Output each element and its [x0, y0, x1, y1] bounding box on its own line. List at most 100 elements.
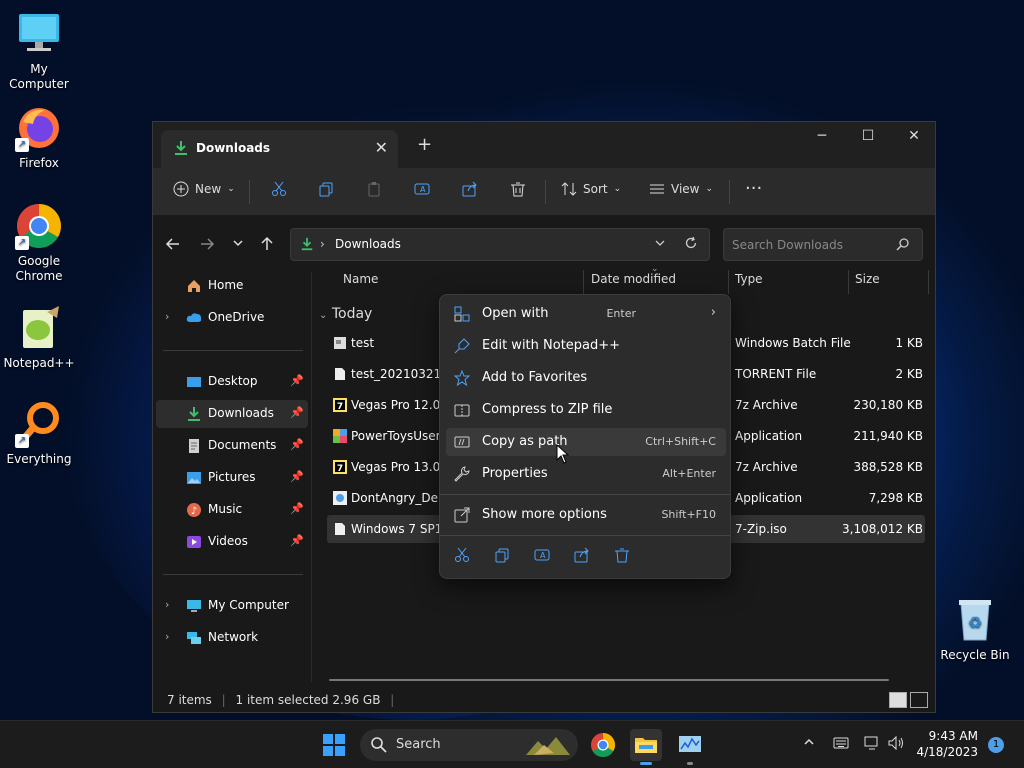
column-header-type[interactable]: Type	[735, 272, 763, 298]
copy-icon	[494, 548, 510, 566]
search-highlight-icon	[524, 733, 572, 760]
taskbar-search[interactable]: Search	[360, 729, 578, 761]
desktop-icon-notepadpp[interactable]: Notepad++	[0, 304, 78, 371]
recent-locations-button[interactable]	[231, 236, 245, 253]
forward-button[interactable]	[199, 236, 215, 255]
ellipsis-icon: ···	[745, 178, 763, 199]
taskbar-chrome[interactable]	[587, 729, 619, 761]
desktop-icon-my-computer[interactable]: My Computer	[0, 10, 78, 92]
system-clock[interactable]: 9:43 AM 4/18/2023	[912, 728, 978, 760]
menu-item-show-more-options[interactable]: Show more options Shift+F10	[446, 501, 726, 529]
file-icon	[333, 522, 347, 536]
view-button[interactable]: View ⌄	[649, 181, 713, 197]
rename-button[interactable]: A	[414, 181, 430, 197]
sidebar-item-pictures[interactable]: Pictures 📌	[156, 464, 308, 492]
sort-button[interactable]: Sort ⌄	[561, 181, 621, 197]
taskbar-file-explorer[interactable]	[630, 729, 662, 765]
sidebar-item-music[interactable]: ♪ Music 📌	[156, 496, 308, 524]
sidebar-item-desktop[interactable]: Desktop 📌	[156, 368, 308, 396]
show-hidden-icons-button[interactable]	[803, 736, 815, 751]
7z-archive-icon: 7	[333, 460, 347, 474]
notification-badge[interactable]: 1	[988, 737, 1004, 753]
copy-button[interactable]	[318, 181, 334, 197]
column-header-name[interactable]: Name	[343, 272, 378, 298]
details-view-button[interactable]	[889, 692, 907, 708]
address-dropdown-icon[interactable]	[653, 236, 667, 253]
rename-button[interactable]: A	[534, 547, 550, 566]
group-header-today[interactable]: ⌄ Today	[319, 306, 372, 322]
delete-button[interactable]	[510, 181, 526, 197]
tiles-view-button[interactable]	[910, 692, 928, 708]
minimize-button[interactable]: ─	[799, 128, 845, 144]
shortcut-arrow-icon: ↗	[15, 138, 29, 152]
svg-text:A: A	[540, 551, 546, 560]
sidebar-item-documents[interactable]: Documents 📌	[156, 432, 308, 460]
refresh-icon[interactable]	[684, 236, 698, 253]
chevron-down-icon: ⌄	[227, 184, 235, 194]
chevron-right-icon: ›	[710, 305, 716, 320]
sidebar-item-my-computer[interactable]: › My Computer	[156, 592, 308, 620]
arrow-up-icon	[259, 236, 275, 255]
breadcrumb-downloads[interactable]: Downloads	[335, 237, 401, 251]
keyboard-icon[interactable]	[833, 736, 849, 753]
batch-file-icon	[333, 336, 347, 350]
pin-icon: 📌	[290, 438, 304, 451]
sidebar-item-network[interactable]: › Network	[156, 624, 308, 652]
command-bar: New ⌄ A Sort ⌄ View ⌄ ···	[153, 168, 935, 216]
network-icon	[186, 630, 202, 646]
copy-button[interactable]	[494, 547, 510, 566]
menu-item-properties[interactable]: Properties Alt+Enter	[446, 460, 726, 488]
chevron-right-icon: ›	[165, 598, 170, 611]
arrow-right-icon	[199, 238, 215, 255]
back-button[interactable]	[165, 236, 181, 255]
navigation-pane: Home › OneDrive Desktop 📌 Downloads 📌 Do…	[153, 272, 313, 682]
view-lines-icon	[649, 181, 665, 197]
tab-downloads[interactable]: Downloads ✕	[161, 130, 398, 168]
share-button[interactable]	[462, 181, 478, 197]
context-menu: Open with Enter › Edit with Notepad++ Ad…	[439, 294, 731, 579]
volume-icon[interactable]	[888, 735, 904, 753]
sidebar-item-videos[interactable]: Videos 📌	[156, 528, 308, 556]
svg-text:A: A	[420, 185, 426, 194]
horizontal-scrollbar[interactable]	[329, 679, 889, 681]
new-button[interactable]: New ⌄	[173, 181, 235, 197]
menu-item-open-with[interactable]: Open with Enter ›	[446, 300, 726, 328]
trash-icon	[510, 181, 526, 197]
close-tab-icon[interactable]: ✕	[375, 138, 388, 157]
desktop-icon-recycle-bin[interactable]: ♻ Recycle Bin	[936, 596, 1014, 663]
menu-item-edit-notepadpp[interactable]: Edit with Notepad++	[446, 332, 726, 360]
menu-item-copy-as-path[interactable]: Copy as path Ctrl+Shift+C	[446, 428, 726, 456]
network-status-icon[interactable]	[864, 736, 880, 753]
chevron-up-icon	[803, 737, 815, 751]
desktop-icon-firefox[interactable]: ↗ Firefox	[0, 104, 78, 171]
home-icon	[186, 278, 202, 294]
sidebar-item-downloads[interactable]: Downloads 📌	[156, 400, 308, 428]
desktop-icon-everything[interactable]: ↗ Everything	[0, 400, 78, 467]
copy-icon	[318, 181, 334, 197]
search-box[interactable]: Search Downloads	[723, 228, 923, 261]
more-options-button[interactable]: ···	[745, 178, 762, 199]
cut-button[interactable]	[271, 181, 287, 197]
up-button[interactable]	[259, 236, 275, 255]
close-window-button[interactable]: ✕	[891, 128, 937, 144]
taskbar-task-manager[interactable]	[674, 729, 706, 765]
share-button[interactable]	[574, 547, 590, 566]
paste-button[interactable]	[366, 181, 382, 197]
address-bar[interactable]: › Downloads	[290, 228, 710, 261]
new-tab-button[interactable]: +	[417, 134, 432, 155]
cut-button[interactable]	[454, 547, 470, 566]
menu-item-add-favorites[interactable]: Add to Favorites	[446, 364, 726, 392]
copy-path-icon	[454, 434, 470, 450]
delete-button[interactable]	[614, 547, 630, 566]
start-button[interactable]	[318, 729, 350, 761]
cloud-icon	[186, 310, 202, 326]
context-quick-actions: A	[454, 547, 630, 566]
column-header-size[interactable]: Size	[855, 272, 880, 298]
maximize-button[interactable]: ☐	[845, 128, 891, 144]
sidebar-item-home[interactable]: Home	[156, 272, 308, 300]
menu-item-compress-zip[interactable]: Compress to ZIP file	[446, 396, 726, 424]
download-arrow-icon	[186, 406, 202, 422]
sidebar-item-onedrive[interactable]: › OneDrive	[156, 304, 308, 332]
download-arrow-icon	[300, 237, 314, 254]
desktop-icon-chrome[interactable]: ↗ Google Chrome	[0, 202, 78, 284]
